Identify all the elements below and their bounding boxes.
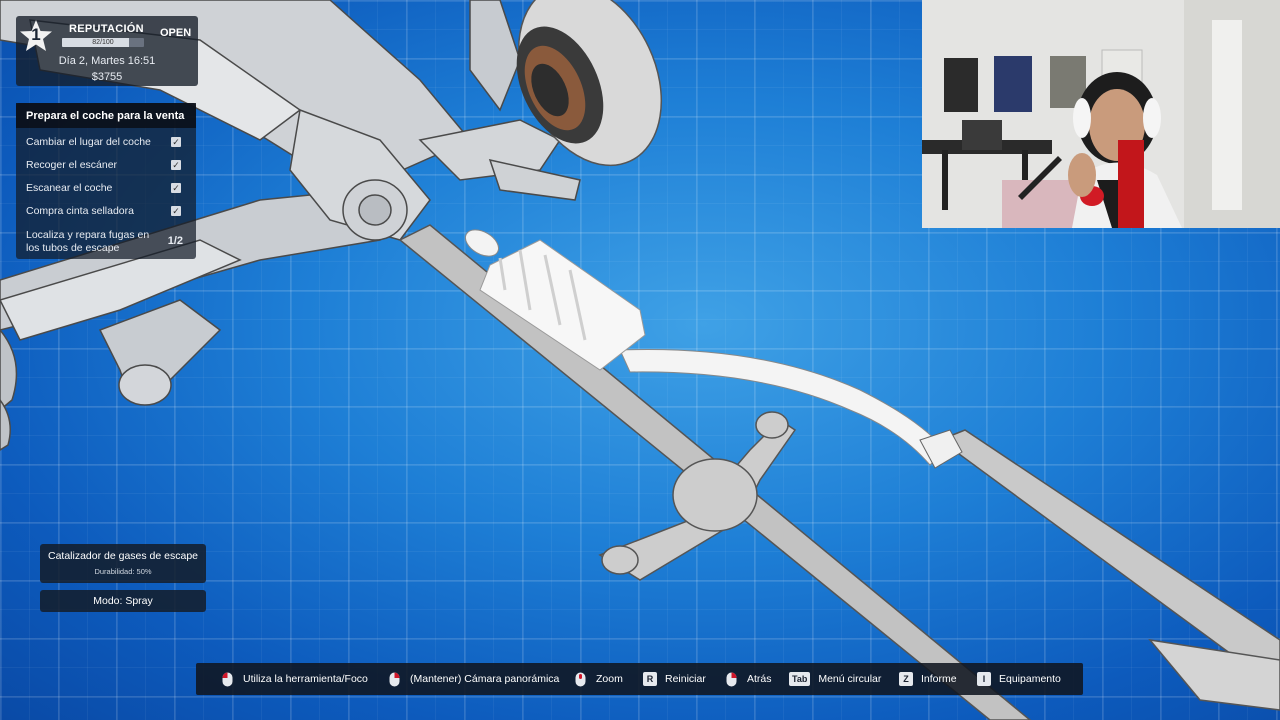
task-list-title: Prepara el coche para la venta — [16, 103, 196, 128]
webcam-overlay — [922, 0, 1280, 228]
task-label-line2: los tubos de escape — [26, 242, 120, 254]
control-label: Atrás — [747, 673, 772, 685]
mouse-right-icon — [389, 672, 400, 687]
task-item: Recoger el escáner ✓ — [26, 159, 191, 171]
control-label: Zoom — [596, 673, 623, 685]
control-back: Atrás — [726, 663, 772, 695]
checkbox-checked-icon: ✓ — [171, 183, 181, 193]
level-number: 1 — [31, 25, 41, 44]
exhaust-tail-pipe — [938, 429, 1280, 691]
checkbox-checked-icon: ✓ — [171, 137, 181, 147]
key-z: Z — [899, 672, 913, 686]
mouse-scroll-icon — [575, 672, 586, 687]
control-radial-menu: Tab Menú circular — [789, 663, 881, 695]
task-progress: 1/2 — [167, 235, 183, 247]
control-label: Reiniciar — [665, 673, 706, 685]
task-item: Localiza y repara fugas en los tubos de … — [26, 229, 191, 255]
control-zoom: Zoom — [575, 663, 623, 695]
reputation-title: REPUTACIÓN — [69, 23, 144, 35]
key-i: I — [977, 672, 991, 686]
control-pan-camera: (Mantener) Cámara panorámica — [389, 663, 559, 695]
reputation-value: 82/100 — [92, 39, 114, 46]
key-r: R — [643, 672, 657, 686]
money: $3755 — [91, 71, 123, 83]
control-equipment: I Equipamento — [977, 663, 1061, 695]
mouse-left-icon — [222, 672, 233, 687]
control-use-tool: Utiliza la herramienta/Foco — [222, 663, 368, 695]
control-label: (Mantener) Cámara panorámica — [410, 673, 560, 685]
control-reset: R Reiniciar — [643, 663, 706, 695]
task-label: Escanear el coche — [26, 182, 113, 194]
tool-mode: Modo: Spray — [40, 590, 206, 612]
exhaust-mount-bracket — [598, 411, 797, 581]
part-durability: Durabilidad: 50% — [94, 567, 152, 576]
reputation-bar: 82/100 — [62, 38, 144, 47]
task-label: Compra cinta selladora — [26, 205, 134, 217]
task-item: Compra cinta selladora ✓ — [26, 205, 191, 217]
task-label: Cambiar el lugar del coche — [26, 136, 151, 148]
part-info-box: Catalizador de gases de escape Durabilid… — [40, 544, 206, 583]
mouse-right-icon — [726, 672, 737, 687]
task-list-panel: Prepara el coche para la venta Cambiar e… — [16, 103, 196, 259]
task-label: Recoger el escáner — [26, 159, 118, 171]
controls-bar: Utiliza la herramienta/Foco (Mantener) C… — [196, 663, 1083, 695]
open-badge[interactable]: OPEN — [160, 27, 191, 39]
task-item: Cambiar el lugar del coche ✓ — [26, 136, 191, 148]
control-label: Equipamento — [999, 673, 1061, 685]
webcam-feed — [922, 0, 1280, 228]
checkbox-checked-icon: ✓ — [171, 206, 181, 216]
part-name: Catalizador de gases de escape — [47, 550, 198, 562]
control-label: Menú circular — [818, 673, 882, 685]
task-item: Escanear el coche ✓ — [26, 182, 191, 194]
task-label-line1: Localiza y repara fugas en — [26, 229, 150, 241]
checkbox-checked-icon: ✓ — [171, 160, 181, 170]
control-label: Informe — [921, 673, 957, 685]
control-label: Utiliza la herramienta/Foco — [243, 673, 368, 685]
control-report: Z Informe — [899, 663, 957, 695]
reputation-panel: 1 REPUTACIÓN 82/100 OPEN Día 2, Martes 1… — [16, 16, 198, 86]
key-tab: Tab — [789, 672, 811, 686]
day-time: Día 2, Martes 16:51 — [58, 55, 156, 67]
